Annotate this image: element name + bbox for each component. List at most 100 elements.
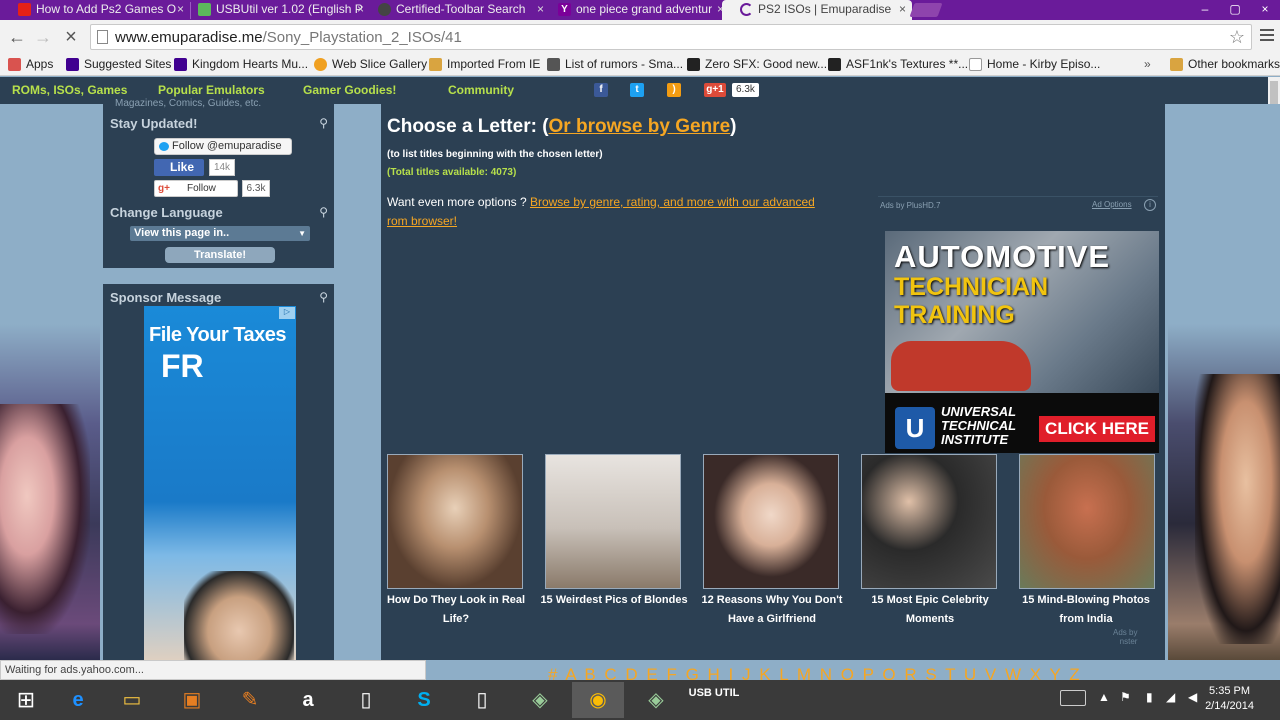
game-app-icon[interactable]: ◈ xyxy=(630,682,682,718)
bookmark-apps[interactable]: Apps xyxy=(8,56,53,74)
thumbnail-caption[interactable]: 15 Most Epic Celebrity Moments xyxy=(855,591,1005,629)
tax-ad-banner[interactable]: ▷ File Your Taxes FR xyxy=(144,306,296,671)
skype-icon[interactable]: S xyxy=(398,682,450,718)
tax-ad-subline: FR xyxy=(161,348,204,384)
promo-thumbnail[interactable] xyxy=(703,454,839,589)
network-icon[interactable]: ◢ xyxy=(1166,690,1175,704)
new-tab-button[interactable] xyxy=(909,3,943,17)
url-host: www.emuparadise.me xyxy=(115,29,263,46)
thumbnail-caption[interactable]: 15 Mind-Blowing Photos from India xyxy=(1011,591,1161,629)
system-tray: ▲ ⚑ ▮ ◢ ◀ 5:35 PM 2/14/2014 xyxy=(1056,680,1280,720)
bookmark-star-icon[interactable]: ☆ xyxy=(1229,27,1245,48)
chrome-menu-icon[interactable] xyxy=(1260,29,1274,43)
stop-icon[interactable]: × xyxy=(60,26,82,48)
minimize-icon[interactable]: – xyxy=(1190,0,1220,20)
tray-expand-icon[interactable]: ▲ xyxy=(1098,690,1110,704)
battery-icon[interactable]: ▮ xyxy=(1146,690,1153,704)
tax-ad-headline: File Your Taxes xyxy=(149,324,287,346)
click-here-button[interactable]: CLICK HERE xyxy=(1039,416,1155,442)
document-icon[interactable]: ▯ xyxy=(456,682,508,718)
bookmark-suggested-sites[interactable]: Suggested Sites xyxy=(66,56,171,74)
thumbnail-caption[interactable]: How Do They Look in Real Life? xyxy=(381,591,531,629)
tab-toolbar-search[interactable]: Certified-Toolbar Search × xyxy=(360,0,550,20)
tab-one-piece[interactable]: Y one piece grand adventur × xyxy=(540,0,730,20)
language-select[interactable]: View this page in.. xyxy=(130,226,310,241)
usb-util-icon[interactable]: USB UTIL xyxy=(688,682,740,718)
rss-icon[interactable]: ) xyxy=(667,83,681,97)
internet-explorer-icon[interactable]: e xyxy=(52,682,104,718)
right-background-art xyxy=(1168,104,1280,660)
automotive-ad-banner[interactable]: AUTOMOTIVE TECHNICIAN TRAINING U UNIVERS… xyxy=(885,231,1159,453)
clock[interactable]: 5:35 PM 2/14/2014 xyxy=(1205,684,1254,714)
close-window-icon[interactable]: × xyxy=(1250,0,1280,20)
download-icon xyxy=(198,3,211,16)
adchoices-icon[interactable]: ▷ xyxy=(279,307,295,319)
chrome-icon[interactable]: ◉ xyxy=(572,682,624,718)
nav-community[interactable]: Community xyxy=(448,83,514,97)
clock-date: 2/14/2014 xyxy=(1205,700,1254,712)
thumbnail-caption[interactable]: 15 Weirdest Pics of Blondes xyxy=(539,591,689,610)
amazon-icon[interactable]: a xyxy=(282,682,334,718)
translate-button[interactable]: Translate! xyxy=(165,247,275,263)
gplus-icon[interactable]: g+1 xyxy=(704,83,726,97)
nav-roms[interactable]: ROMs, ISOs, Games xyxy=(12,83,127,97)
start-button-icon[interactable]: ⊞ xyxy=(0,682,52,718)
facebook-like-button[interactable]: Like xyxy=(154,159,204,176)
promo-thumbnail[interactable] xyxy=(861,454,997,589)
taboola-badge[interactable]: Ads by nster xyxy=(1113,628,1137,646)
back-arrow-icon[interactable]: ← xyxy=(6,26,28,48)
bookmark-other[interactable]: Other bookmarks xyxy=(1170,56,1280,74)
car-image xyxy=(891,341,1031,391)
facebook-icon[interactable]: f xyxy=(594,83,608,97)
sponsor-heading: Sponsor Message xyxy=(110,290,222,305)
pin-icon[interactable]: ⚲ xyxy=(319,205,328,219)
twitter-follow-button[interactable]: Follow @emuparadise xyxy=(154,138,292,155)
nav-emulators[interactable]: Popular Emulators xyxy=(158,83,265,97)
bookmark-web-slice[interactable]: Web Slice Gallery xyxy=(314,56,427,74)
choose-letter-heading: Choose a Letter: (Or browse by Genre) xyxy=(387,116,737,137)
tab-youtube[interactable]: How to Add Ps2 Games O × xyxy=(0,0,190,20)
maximize-icon[interactable]: ▢ xyxy=(1220,0,1250,20)
promo-thumbnail[interactable] xyxy=(387,454,523,589)
keyboard-icon[interactable] xyxy=(1060,690,1086,706)
promo-thumbnail[interactable] xyxy=(545,454,681,589)
ad-options-link[interactable]: Ad Options xyxy=(1092,200,1132,209)
bookmarks-overflow-icon[interactable]: » xyxy=(1144,56,1151,74)
nav-goodies[interactable]: Gamer Goodies! xyxy=(303,83,396,97)
forward-arrow-icon[interactable]: → xyxy=(32,26,54,48)
thumbnail-image xyxy=(862,455,996,588)
game-app-icon[interactable]: ◈ xyxy=(514,682,566,718)
left-background-art xyxy=(0,104,100,660)
stay-updated-heading: Stay Updated! xyxy=(110,116,198,131)
bookmark-rumors[interactable]: List of rumors - Sma... xyxy=(547,56,683,74)
thumbnail-caption[interactable]: 12 Reasons Why You Don't Have a Girlfrie… xyxy=(697,591,847,629)
ads-by-label: Ads by PlusHD.7 xyxy=(880,201,941,210)
bookmark-zero-sfx[interactable]: Zero SFX: Good new... xyxy=(687,56,827,74)
gplus-follow-button[interactable]: Follow xyxy=(154,180,238,197)
bookmark-kingdom-hearts[interactable]: Kingdom Hearts Mu... xyxy=(174,56,308,74)
bookmark-imported-ie[interactable]: Imported From IE xyxy=(429,56,540,74)
browse-genre-link[interactable]: Or browse by Genre xyxy=(549,116,731,137)
url-path: /Sony_Playstation_2_ISOs/41 xyxy=(262,29,462,46)
promo-thumbnail[interactable] xyxy=(1019,454,1155,589)
close-icon[interactable]: × xyxy=(899,0,906,19)
twitter-icon[interactable]: t xyxy=(630,83,644,97)
pin-icon[interactable]: ⚲ xyxy=(319,116,328,130)
bookmark-kirby[interactable]: Home - Kirby Episo... xyxy=(969,56,1100,74)
pin-icon[interactable]: ⚲ xyxy=(319,290,328,304)
volume-icon[interactable]: ◀ xyxy=(1188,690,1197,704)
tab-usbutil[interactable]: USBUtil ver 1.02 (English P × xyxy=(180,0,370,20)
flag-icon[interactable]: ⚑ xyxy=(1120,690,1131,704)
tab-ps2-isos[interactable]: PS2 ISOs | Emuparadise × xyxy=(722,0,912,20)
media-center-icon[interactable]: ▣ xyxy=(166,682,218,718)
file-explorer-icon[interactable]: ▭ xyxy=(106,682,158,718)
bookmark-textures[interactable]: ASF1nk's Textures **... xyxy=(828,56,968,74)
ad-brand: UNIVERSAL TECHNICAL INSTITUTE xyxy=(941,404,1016,447)
gplus-follow-count: 6.3k xyxy=(242,180,270,197)
window-controls: – ▢ × xyxy=(1190,0,1280,20)
info-icon[interactable]: i xyxy=(1144,199,1156,211)
apps-grid-icon xyxy=(8,58,21,71)
editor-icon[interactable]: ✎ xyxy=(224,682,276,718)
address-bar[interactable]: www.emuparadise.me/Sony_Playstation_2_IS… xyxy=(90,24,1252,50)
document-icon[interactable]: ▯ xyxy=(340,682,392,718)
